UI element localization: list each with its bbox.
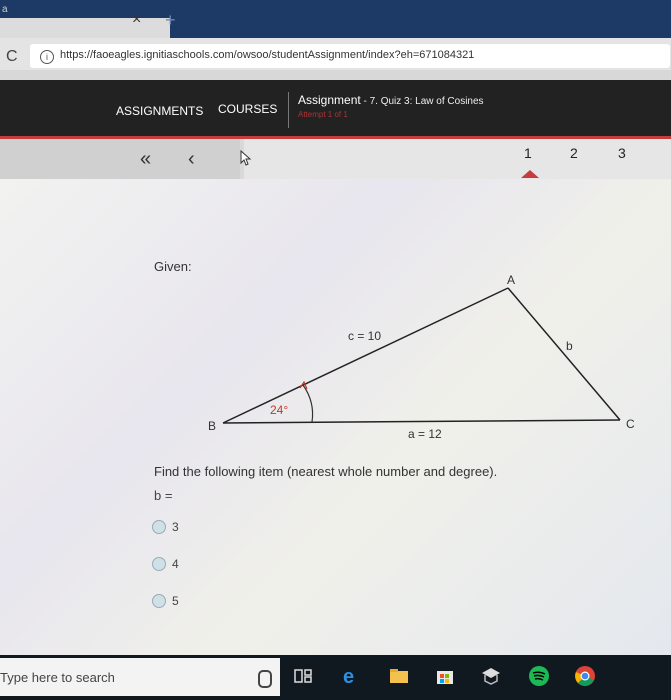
- nav-courses[interactable]: COURSES: [218, 102, 277, 116]
- bookmark-strip: [0, 70, 671, 80]
- pager-nav-panel: [0, 139, 240, 179]
- reload-icon[interactable]: C: [6, 48, 18, 66]
- option-4-label[interactable]: 4: [172, 557, 179, 571]
- tab-corner-text: a: [2, 4, 8, 15]
- assignment-label: Assignment: [298, 93, 361, 107]
- vertex-c-label: C: [626, 417, 635, 431]
- given-label: Given:: [154, 259, 192, 274]
- option-3[interactable]: 3: [152, 520, 179, 534]
- vertex-a-label: A: [507, 273, 515, 287]
- app-header: [0, 80, 671, 138]
- store-icon[interactable]: [434, 665, 456, 687]
- file-explorer-icon[interactable]: [388, 665, 410, 687]
- option-5[interactable]: 5: [152, 594, 179, 608]
- option-4-radio[interactable]: [152, 557, 166, 571]
- side-b-label: b: [566, 339, 573, 353]
- pager-pages-panel: [244, 139, 671, 179]
- page-2-button[interactable]: 2: [570, 145, 578, 161]
- chrome-icon[interactable]: [574, 665, 596, 687]
- spotify-icon[interactable]: [528, 665, 550, 687]
- prev-page-button[interactable]: ‹: [188, 148, 195, 171]
- edge-icon[interactable]: e: [340, 665, 362, 687]
- page-3-button[interactable]: 3: [618, 145, 626, 161]
- side-b-line: [507, 287, 621, 421]
- mail-icon[interactable]: [480, 665, 502, 687]
- assignment-title: Assignment - 7. Quiz 3: Law of Cosines: [298, 93, 484, 107]
- current-page-indicator: [521, 170, 539, 178]
- question-prompt: Find the following item (nearest whole n…: [154, 464, 498, 479]
- taskbar-search-input[interactable]: Type here to search: [0, 670, 115, 685]
- svg-text:e: e: [343, 666, 354, 687]
- side-c-line: [222, 287, 509, 424]
- nav-assignments[interactable]: ASSIGNMENTS: [116, 104, 203, 118]
- attempt-text: Attempt 1 of 1: [298, 110, 348, 119]
- task-view-icon[interactable]: [292, 665, 314, 687]
- info-icon[interactable]: i: [40, 50, 54, 64]
- mouse-cursor-icon: [240, 150, 252, 166]
- triangle-diagram: A B C c = 10 a = 12 b 24°: [208, 273, 635, 441]
- new-tab-icon[interactable]: +: [165, 10, 187, 30]
- option-5-radio[interactable]: [152, 594, 166, 608]
- side-a-label: a = 12: [408, 427, 442, 441]
- first-page-button[interactable]: «: [140, 148, 151, 171]
- assignment-name: - 7. Quiz 3: Law of Cosines: [360, 96, 484, 107]
- side-c-label: c = 10: [348, 329, 381, 343]
- option-3-label[interactable]: 3: [172, 520, 179, 534]
- answer-variable: b =: [154, 488, 173, 503]
- tab-close-icon[interactable]: ×: [132, 12, 148, 28]
- option-5-label[interactable]: 5: [172, 594, 179, 608]
- mic-icon[interactable]: [258, 670, 272, 688]
- option-4[interactable]: 4: [152, 557, 179, 571]
- vertex-b-label: B: [208, 419, 216, 433]
- side-a-line: [222, 419, 621, 424]
- page-1-button[interactable]: 1: [524, 145, 532, 161]
- url-text[interactable]: https://faoeagles.ignitiaschools.com/ows…: [60, 49, 474, 61]
- angle-label: 24°: [270, 403, 288, 417]
- header-divider: [288, 92, 289, 128]
- option-3-radio[interactable]: [152, 520, 166, 534]
- angle-arc: [302, 384, 314, 423]
